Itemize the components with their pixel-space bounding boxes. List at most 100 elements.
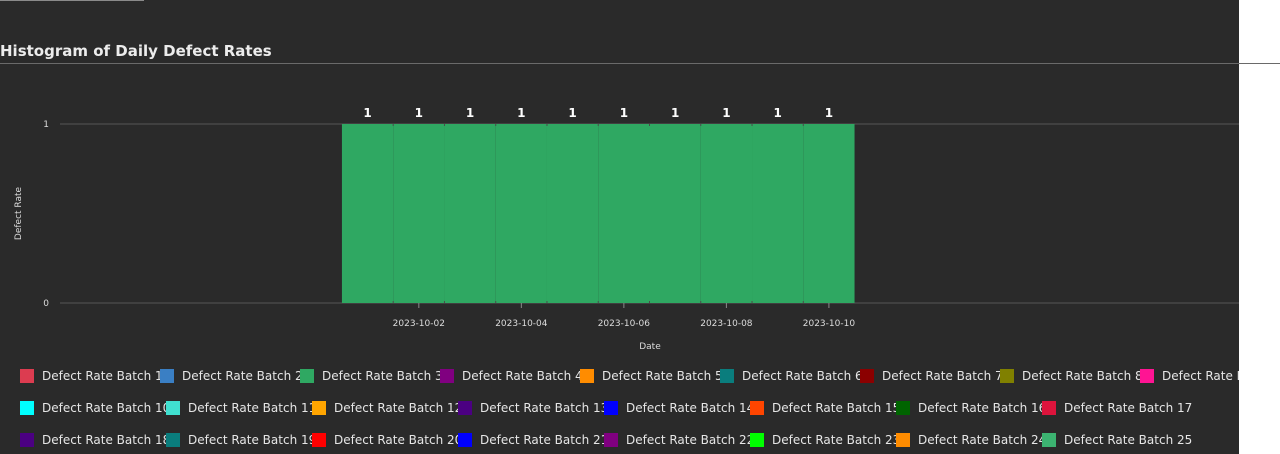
legend-item[interactable]: Defect Rate Batch 23 — [750, 432, 900, 448]
legend-label: Defect Rate Batch 3 — [322, 369, 443, 383]
legend-swatch — [1042, 433, 1056, 447]
legend-label: Defect Rate Batch 8 — [1022, 369, 1143, 383]
legend-label: Defect Rate Batch 5 — [602, 369, 723, 383]
tab-underline — [0, 0, 144, 1]
y-tick-label: 1 — [43, 120, 49, 130]
legend-item[interactable]: Defect Rate Batch 24 — [896, 432, 1046, 448]
legend-swatch — [604, 433, 618, 447]
legend-label: Defect Rate Batch 25 — [1064, 433, 1193, 447]
legend-label: Defect Rate Batch 9 — [1162, 369, 1239, 383]
x-tick-label: 2023-10-02 — [393, 319, 445, 329]
legend-label: Defect Rate Batch 2 — [182, 369, 303, 383]
legend-item[interactable]: Defect Rate Batch 21 — [458, 432, 608, 448]
legend-label: Defect Rate Batch 24 — [918, 433, 1047, 447]
legend-item[interactable]: Defect Rate Batch 14 — [604, 400, 754, 416]
legend-item[interactable]: Defect Rate Batch 11 — [166, 400, 316, 416]
legend-label: Defect Rate Batch 13 — [480, 401, 609, 415]
histogram-bar — [393, 124, 445, 303]
legend-swatch — [440, 369, 454, 383]
histogram-bar — [803, 124, 855, 303]
legend-label: Defect Rate Batch 21 — [480, 433, 609, 447]
legend-item[interactable]: Defect Rate Batch 13 — [458, 400, 608, 416]
legend-swatch — [458, 401, 472, 415]
legend-label: Defect Rate Batch 11 — [188, 401, 317, 415]
legend-item[interactable]: Defect Rate Batch 6 — [720, 368, 863, 384]
legend-item[interactable]: Defect Rate Batch 8 — [1000, 368, 1143, 384]
legend-item[interactable]: Defect Rate Batch 18 — [20, 432, 170, 448]
legend-label: Defect Rate Batch 6 — [742, 369, 863, 383]
x-axis-title: Date — [639, 342, 661, 352]
legend-label: Defect Rate Batch 1 — [42, 369, 163, 383]
legend-item[interactable]: Defect Rate Batch 16 — [896, 400, 1046, 416]
legend-item[interactable]: Defect Rate Batch 12 — [312, 400, 462, 416]
legend-label: Defect Rate Batch 7 — [882, 369, 1003, 383]
legend-swatch — [312, 401, 326, 415]
legend-swatch — [20, 369, 34, 383]
bar-data-label: 1 — [773, 106, 781, 120]
legend-label: Defect Rate Batch 10 — [42, 401, 171, 415]
legend-label: Defect Rate Batch 15 — [772, 401, 901, 415]
histogram-bar — [700, 124, 753, 303]
legend-label: Defect Rate Batch 16 — [918, 401, 1047, 415]
legend-swatch — [1042, 401, 1056, 415]
histogram-bar — [546, 124, 599, 303]
legend-swatch — [20, 401, 34, 415]
bar-data-label: 1 — [825, 106, 833, 120]
legend-label: Defect Rate Batch 23 — [772, 433, 901, 447]
legend-item[interactable]: Defect Rate Batch 15 — [750, 400, 900, 416]
title-divider — [0, 63, 1280, 64]
bar-data-label: 1 — [568, 106, 576, 120]
legend-item[interactable]: Defect Rate Batch 17 — [1042, 400, 1192, 416]
legend-item[interactable]: Defect Rate Batch 4 — [440, 368, 583, 384]
legend-swatch — [896, 433, 910, 447]
histogram-bar — [752, 124, 804, 303]
legend-item[interactable]: Defect Rate Batch 5 — [580, 368, 723, 384]
histogram-bar — [649, 124, 701, 303]
x-tick-label: 2023-10-04 — [495, 319, 548, 329]
x-tick-label: 2023-10-06 — [598, 319, 651, 329]
legend-label: Defect Rate Batch 19 — [188, 433, 317, 447]
x-tick-label: 2023-10-08 — [700, 319, 753, 329]
legend-item[interactable]: Defect Rate Batch 7 — [860, 368, 1003, 384]
legend-swatch — [896, 401, 910, 415]
legend-item[interactable]: Defect Rate Batch 2 — [160, 368, 303, 384]
legend-item[interactable]: Defect Rate Batch 22 — [604, 432, 754, 448]
legend-item[interactable]: Defect Rate Batch 1 — [20, 368, 163, 384]
legend-label: Defect Rate Batch 22 — [626, 433, 755, 447]
histogram-bar — [598, 124, 650, 303]
y-tick-label: 0 — [43, 299, 49, 309]
y-axis-title: Defect Rate — [14, 186, 24, 240]
legend-swatch — [860, 369, 874, 383]
legend-swatch — [720, 369, 734, 383]
legend-swatch — [312, 433, 326, 447]
legend-swatch — [1000, 369, 1014, 383]
legend-item[interactable]: Defect Rate Batch 10 — [20, 400, 170, 416]
legend-item[interactable]: Defect Rate Batch 19 — [166, 432, 316, 448]
bar-data-label: 1 — [415, 106, 423, 120]
legend-swatch — [750, 401, 764, 415]
histogram-chart: 0 1 1 1 1 1 1 1 1 1 1 1 2023-10-02 2023-10-04 2023-10-… — [14, 106, 1239, 352]
histogram-bar — [341, 124, 394, 303]
legend-label: Defect Rate Batch 12 — [334, 401, 463, 415]
legend-swatch — [166, 401, 180, 415]
histogram-bar — [444, 124, 496, 303]
legend-swatch — [1140, 369, 1154, 383]
bar-data-label: 1 — [363, 106, 371, 120]
x-tick-label: 2023-10-10 — [803, 319, 856, 329]
legend-item[interactable]: Defect Rate Batch 9 — [1140, 368, 1239, 384]
legend-swatch — [580, 369, 594, 383]
legend-swatch — [300, 369, 314, 383]
legend-item[interactable]: Defect Rate Batch 25 — [1042, 432, 1192, 448]
chart-legend: Defect Rate Batch 1 Defect Rate Batch 2 De… — [0, 362, 1239, 454]
bar-data-label: 1 — [466, 106, 474, 120]
bar-data-label: 1 — [722, 106, 730, 120]
legend-item[interactable]: Defect Rate Batch 20 — [312, 432, 462, 448]
bar-data-label: 1 — [517, 106, 525, 120]
legend-swatch — [458, 433, 472, 447]
chart-title: Histogram of Daily Defect Rates — [0, 42, 272, 60]
legend-swatch — [160, 369, 174, 383]
legend-label: Defect Rate Batch 4 — [462, 369, 583, 383]
legend-label: Defect Rate Batch 14 — [626, 401, 755, 415]
legend-item[interactable]: Defect Rate Batch 3 — [300, 368, 443, 384]
bar-data-label: 1 — [671, 106, 679, 120]
